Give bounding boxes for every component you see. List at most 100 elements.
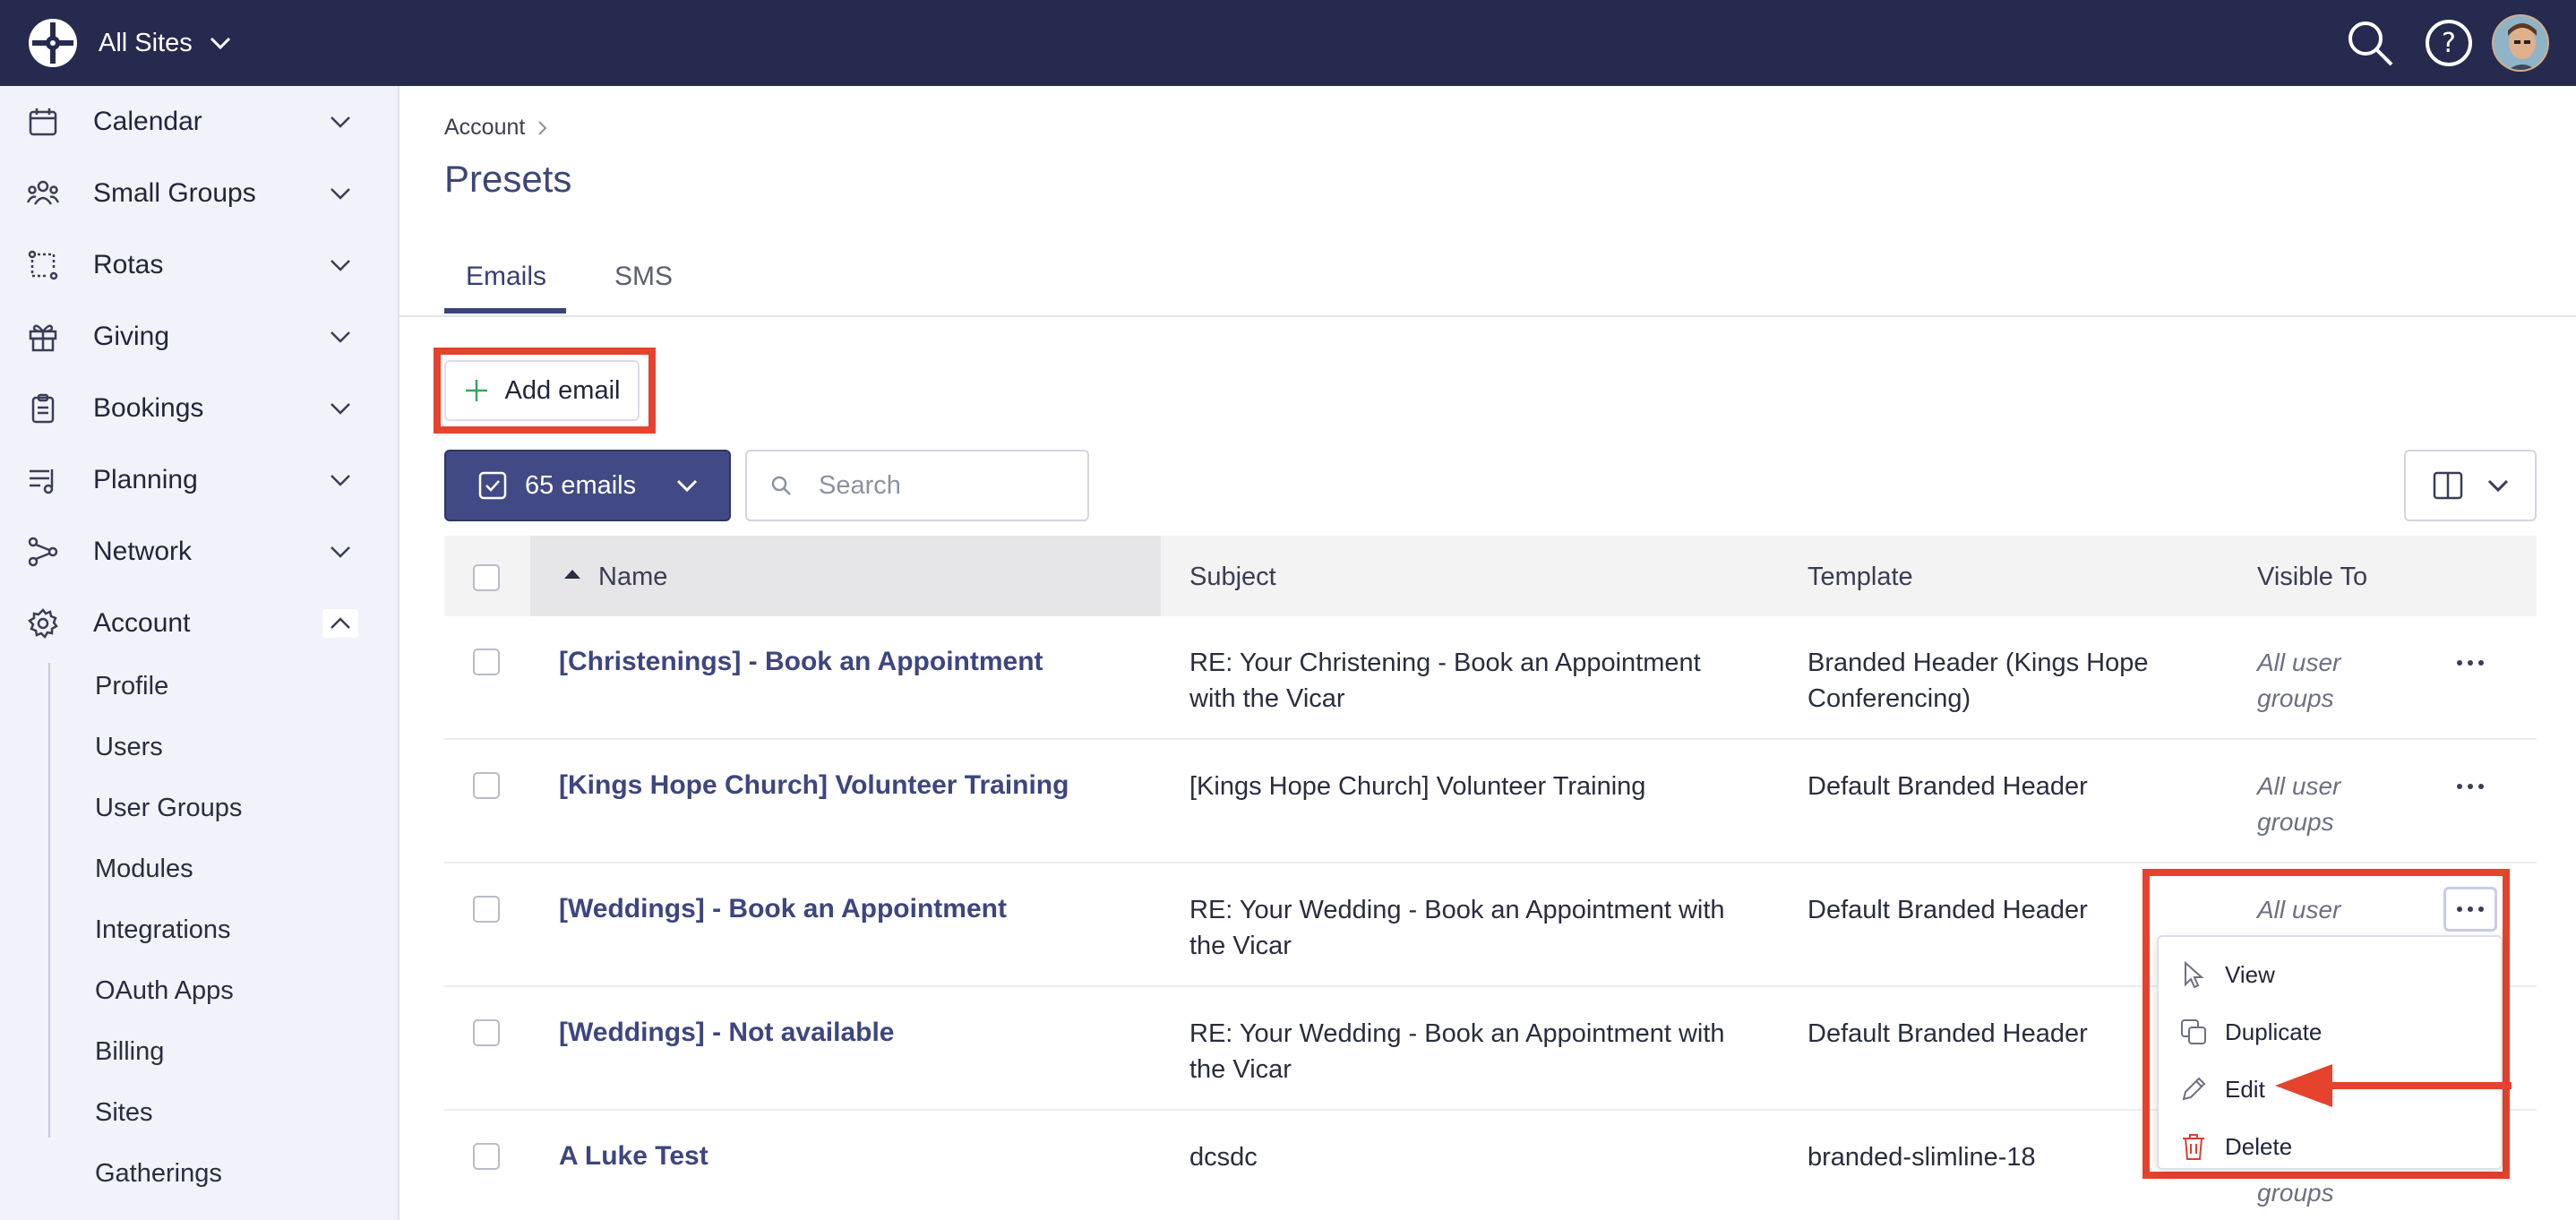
site-switcher[interactable]: All Sites [99, 25, 232, 61]
row-template: Default Branded Header [1807, 1016, 2088, 1052]
chevron-down-icon[interactable] [322, 466, 358, 494]
breadcrumb-account-link[interactable]: Account [444, 115, 525, 141]
tab-emails[interactable]: Emails [466, 262, 546, 292]
row-checkbox[interactable] [473, 649, 500, 675]
column-header-template[interactable]: Template [1807, 563, 1913, 592]
column-header-visible-to[interactable]: Visible To [2257, 563, 2367, 592]
sidebar-item-calendar[interactable]: Calendar [0, 86, 399, 158]
add-email-label: Add email [504, 375, 621, 405]
chevron-down-icon[interactable] [322, 179, 358, 208]
chevron-down-icon[interactable] [322, 251, 358, 279]
top-bar: All Sites ? [0, 0, 2576, 86]
sidebar-item-planning[interactable]: Planning [0, 444, 399, 516]
row-name-link[interactable]: [Weddings] - Not available [559, 1018, 895, 1048]
sidebar-subitem-profile[interactable]: Profile [95, 672, 168, 701]
menu-item-delete[interactable]: Delete [2159, 1118, 2501, 1175]
row-name-link[interactable]: [Kings Hope Church] Volunteer Training [559, 770, 1069, 801]
sidebar-item-account[interactable]: Account [0, 588, 399, 659]
subject-line-2: the Vicar [1189, 1055, 1292, 1084]
sidebar-subitem-gatherings[interactable]: Gatherings [95, 1159, 222, 1189]
chevron-down-icon[interactable] [322, 394, 358, 423]
search-icon [771, 476, 791, 495]
chevron-down-icon[interactable] [322, 322, 358, 351]
sidebar-subitem-sites[interactable]: Sites [95, 1098, 152, 1128]
row-checkbox[interactable] [473, 1019, 500, 1046]
sidebar-subitem-users[interactable]: Users [95, 733, 163, 762]
sidebar-subitem-oauth-apps[interactable]: OAuth Apps [95, 976, 234, 1006]
pointer-icon [2185, 960, 2204, 989]
chevron-down-icon[interactable] [322, 107, 358, 136]
annotation-arrow-icon [2275, 1064, 2512, 1107]
active-tab-indicator [444, 308, 566, 314]
search-icon[interactable] [2343, 16, 2397, 70]
row-checkbox[interactable] [473, 1143, 500, 1170]
menu-item-duplicate[interactable]: Duplicate [2159, 1003, 2501, 1061]
app-logo-icon[interactable] [27, 17, 79, 69]
sidebar-subitem-integrations[interactable]: Integrations [95, 915, 231, 945]
search-input[interactable] [819, 470, 1052, 501]
row-checkbox[interactable] [473, 772, 500, 799]
sidebar-subitem-user-groups[interactable]: User Groups [95, 794, 242, 823]
sidebar-item-label: Account [93, 608, 191, 638]
svg-text:?: ? [2442, 28, 2456, 59]
submenu-rail [48, 663, 50, 1138]
sidebar-item-small-groups[interactable]: Small Groups [0, 158, 399, 229]
people-icon [27, 180, 59, 205]
sidebar-item-giving[interactable]: Giving [0, 301, 399, 373]
chevron-down-icon[interactable] [322, 537, 358, 566]
row-template: Default Branded Header [1807, 769, 2088, 804]
menu-item-label: Edit [2225, 1075, 2265, 1103]
row-name-link[interactable]: [Christenings] - Book an Appointment [559, 647, 1043, 677]
visible-line-2: groups [2257, 684, 2334, 712]
row-template: branded-slimline-18 [1807, 1139, 2036, 1175]
gear-icon [27, 608, 58, 640]
user-avatar[interactable] [2492, 14, 2549, 72]
row-template: Branded Header (Kings Hope Conferencing) [1807, 645, 2148, 717]
visible-line-1: All user [2257, 772, 2341, 800]
menu-item-view[interactable]: View [2159, 946, 2501, 1003]
sidebar-item-rotas[interactable]: Rotas [0, 229, 399, 301]
gift-icon [29, 324, 57, 352]
planning-icon [30, 469, 54, 494]
help-icon[interactable]: ? [2422, 16, 2476, 70]
row-subject: dcsdc [1189, 1139, 1258, 1175]
row-more-button-active[interactable] [2443, 887, 2497, 932]
sidebar-subitem-modules[interactable]: Modules [95, 855, 193, 884]
row-actions-menu: View Duplicate Edit Delete [2157, 935, 2503, 1170]
sidebar-item-network[interactable]: Network [0, 516, 399, 588]
sidebar-item-bookings[interactable]: Bookings [0, 373, 399, 444]
template-line-1: Branded Header (Kings Hope [1807, 649, 2149, 677]
select-all-checkbox[interactable] [473, 564, 500, 591]
menu-item-label: Duplicate [2225, 1018, 2323, 1045]
search-field[interactable] [745, 450, 1089, 521]
row-checkbox[interactable] [473, 896, 500, 923]
column-header-name[interactable]: Name [598, 563, 667, 592]
row-more-button[interactable] [2443, 769, 2497, 804]
sidebar-subitem-billing[interactable]: Billing [95, 1037, 164, 1067]
bulk-select-button[interactable]: 65 emails [444, 450, 731, 521]
subject-line-1: dcsdc [1189, 1143, 1258, 1172]
add-email-button[interactable]: Add email [444, 360, 640, 421]
subject-line-1: RE: Your Wedding - Book an Appointment w… [1189, 896, 1725, 924]
duplicate-icon [2181, 1019, 2206, 1044]
checkbox-checked-icon [478, 471, 507, 500]
row-divider [444, 738, 2537, 740]
template-line-1: Default Branded Header [1807, 772, 2088, 801]
template-line-1: branded-slimline-18 [1807, 1143, 2036, 1172]
column-header-subject[interactable]: Subject [1189, 563, 1276, 592]
tab-sms[interactable]: SMS [614, 262, 673, 292]
row-visible-to: All user groups [2257, 645, 2356, 717]
sort-ascending-icon[interactable] [562, 568, 582, 580]
row-more-button[interactable] [2443, 645, 2497, 681]
visible-line-1: All user [2257, 649, 2341, 676]
template-line-2: Conferencing) [1807, 684, 1971, 713]
sidebar-item-label: Calendar [93, 107, 202, 136]
tab-bar [399, 236, 2576, 317]
chevron-right-icon [538, 120, 547, 135]
menu-item-label: Delete [2225, 1132, 2293, 1160]
menu-item-label: View [2225, 960, 2275, 988]
row-name-link[interactable]: [Weddings] - Book an Appointment [559, 894, 1007, 924]
column-toggle-button[interactable] [2404, 450, 2537, 521]
chevron-up-icon[interactable] [322, 609, 358, 638]
row-name-link[interactable]: A Luke Test [559, 1141, 708, 1172]
